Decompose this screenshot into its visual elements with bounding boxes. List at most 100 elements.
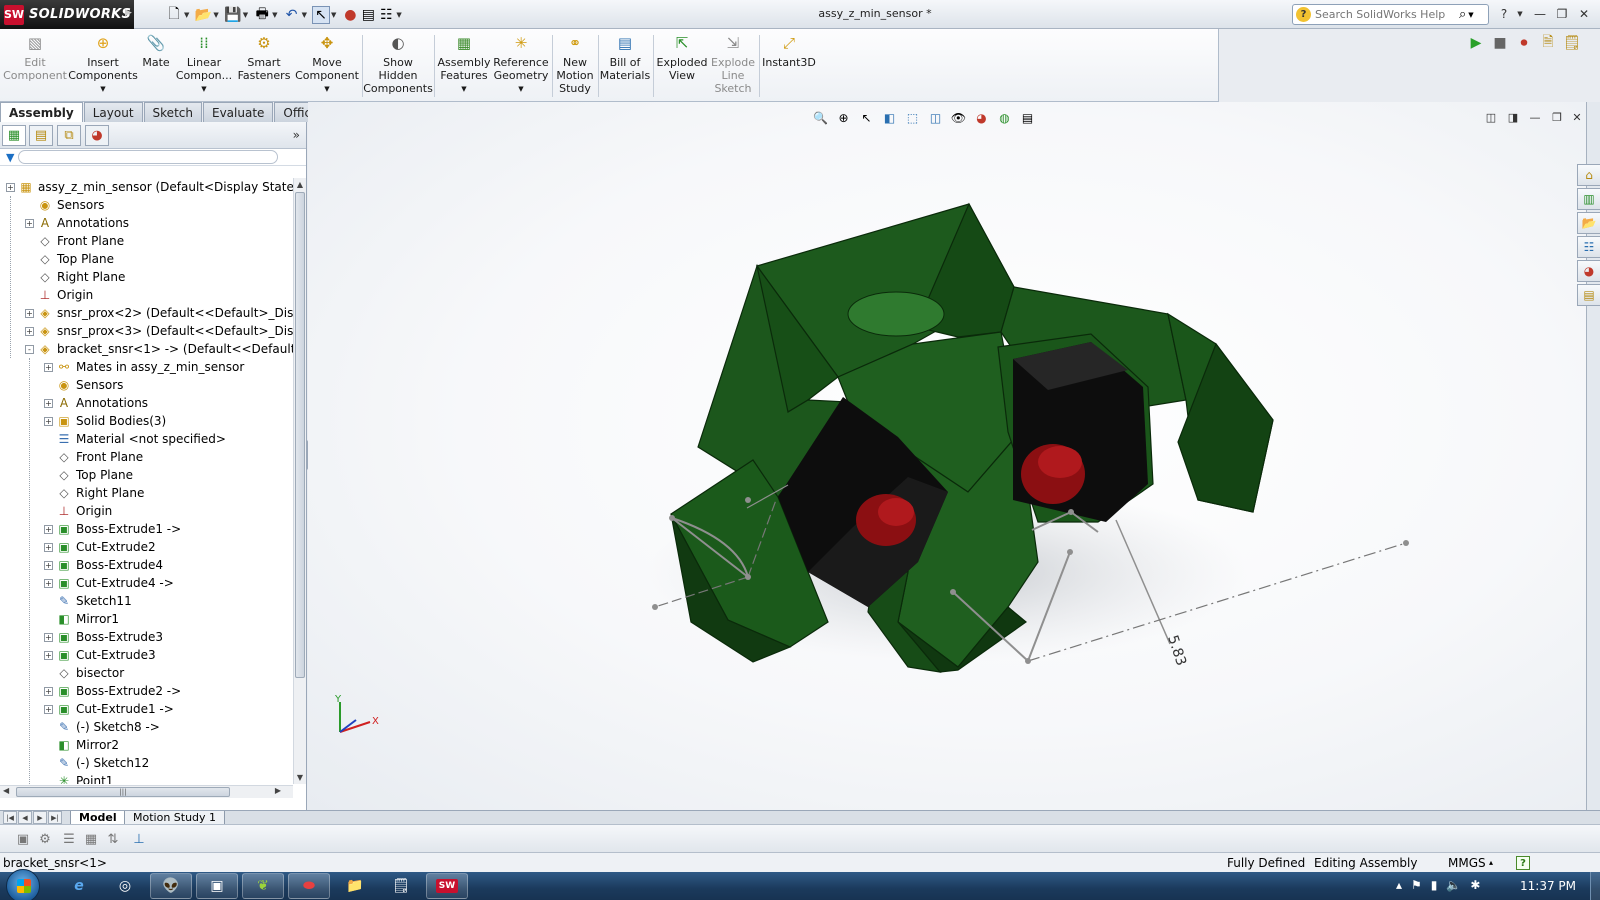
options-dropdown-icon[interactable]: ▼	[396, 11, 401, 19]
collapse-icon[interactable]: -	[25, 344, 34, 354]
expand-icon[interactable]: +	[44, 704, 53, 714]
expand-icon[interactable]: +	[44, 650, 53, 660]
show-hidden-components-button[interactable]: ◐ Show Hidden Components	[363, 33, 433, 95]
tree-node[interactable]: -◈ bracket_snsr<1> -> (Default<<Default>_…	[25, 340, 293, 358]
tree-node[interactable]: ◧ Mirror1	[44, 610, 119, 628]
expand-icon[interactable]: +	[44, 542, 53, 552]
new-document-icon[interactable]: 🗋	[165, 6, 183, 24]
move-component-dropdown-icon[interactable]: ▼	[324, 83, 329, 96]
filter-animated-icon[interactable]: ⚙	[36, 830, 54, 848]
tree-node[interactable]: + ◈ snsr_prox<2> (Default<<Default>_Displa…	[25, 304, 293, 322]
record-macro-icon[interactable]: ⏺	[1514, 33, 1534, 53]
save-icon[interactable]: 💾	[224, 6, 242, 24]
help-dropdown-icon[interactable]: ▼	[1510, 5, 1530, 23]
explode-line-sketch-button[interactable]: ⇲ Explode Line Sketch	[710, 33, 756, 95]
tree-node[interactable]: ◉ Sensors	[25, 196, 105, 214]
timeline-icon[interactable]: ⊥	[130, 830, 148, 848]
tree-node[interactable]: + ▣ Boss-Extrude1 ->	[44, 520, 181, 538]
tree-node[interactable]: ◉ Sensors	[44, 376, 124, 394]
sort-icon[interactable]: ⇅	[104, 830, 122, 848]
next-tab-icon[interactable]: ▶	[33, 811, 47, 824]
tab-assembly[interactable]: Assembly	[0, 102, 83, 122]
tree-node[interactable]: ✎ (-) Sketch12	[44, 754, 149, 772]
first-tab-icon[interactable]: |◀	[3, 811, 17, 824]
new-motion-study-button[interactable]: ⚭ New Motion Study	[555, 33, 595, 95]
tree-node[interactable]: ◇ Top Plane	[44, 466, 133, 484]
tree-node[interactable]: ☰ Material <not specified>	[44, 430, 226, 448]
expand-icon[interactable]: +	[44, 398, 53, 408]
scroll-left-icon[interactable]: ◀	[3, 786, 9, 795]
tree-node[interactable]: + ▣ Solid Bodies(3)	[44, 412, 166, 430]
stop-macro-icon[interactable]: ■	[1490, 33, 1510, 53]
tree-node[interactable]: + ▣ Cut-Extrude4 ->	[44, 574, 174, 592]
tab-evaluate[interactable]: Evaluate	[202, 102, 274, 122]
expand-panel-icon[interactable]: »	[293, 128, 300, 142]
leaf-app-icon[interactable]: ❦	[242, 873, 284, 899]
viewport-restore-icon[interactable]: ❐	[1548, 109, 1566, 125]
units-selector[interactable]: MMGS	[1448, 856, 1486, 870]
tree-node[interactable]: + ▣ Cut-Extrude1 ->	[44, 700, 174, 718]
scroll-right-icon[interactable]: ▶	[275, 786, 281, 795]
move-component-button[interactable]: ✥ Move Component ▼	[295, 33, 359, 96]
rebuild-traffic-light-icon[interactable]: ●	[341, 6, 359, 24]
reference-geometry-dropdown-icon[interactable]: ▼	[518, 83, 523, 96]
units-arrow-icon[interactable]: ▴	[1489, 858, 1493, 867]
search-dropdown-icon[interactable]: ▼	[1468, 11, 1473, 19]
solidworks-menu-button[interactable]: SW SOLIDWORKS	[0, 0, 134, 29]
notepad-icon[interactable]: 🗒	[380, 873, 422, 899]
tree-node[interactable]: ⊥ Origin	[44, 502, 113, 520]
expand-icon[interactable]: +	[44, 686, 53, 696]
apply-scene-icon[interactable]: ◍	[995, 108, 1014, 127]
graphics-area[interactable]: 5.83 Y X 🔍 ⊕ ↖ ◧ ⬚ ◫ 👁 ◕ ◍ ▤ ◫ ◨ — ❐ ✕	[308, 102, 1586, 810]
file-properties-icon[interactable]: ▤	[359, 6, 377, 24]
instant3d-button[interactable]: ⤢ Instant3D	[762, 33, 816, 69]
print-icon[interactable]: 🖶	[253, 6, 271, 24]
expand-icon[interactable]: +	[44, 578, 53, 588]
expand-icon[interactable]: +	[25, 308, 34, 318]
design-library-icon[interactable]: ▥	[1577, 188, 1600, 210]
prev-tab-icon[interactable]: ◀	[18, 811, 32, 824]
feature-manager-tab-icon[interactable]: ▦	[2, 125, 26, 146]
bluetooth-icon[interactable]: ✱	[1470, 878, 1480, 892]
expand-icon[interactable]: +	[44, 560, 53, 570]
expand-icon[interactable]: +	[44, 362, 53, 372]
custom-properties-icon[interactable]: ▤	[1577, 284, 1600, 306]
viewport-close-icon[interactable]: ✕	[1568, 109, 1586, 125]
help-search-input[interactable]	[1315, 8, 1455, 21]
open-dropdown-icon[interactable]: ▼	[213, 11, 218, 19]
zoom-to-area-icon[interactable]: ⊕	[834, 108, 853, 127]
insert-components-dropdown-icon[interactable]: ▼	[100, 83, 105, 96]
solidworks-taskbar-icon[interactable]: SW	[426, 873, 468, 899]
start-button[interactable]	[6, 869, 40, 900]
alien-app-icon[interactable]: 👽	[150, 873, 192, 899]
previous-view-icon[interactable]: ↖	[857, 108, 876, 127]
expand-icon[interactable]: +	[25, 326, 34, 336]
edit-component-button[interactable]: ▧ Edit Component	[3, 33, 67, 82]
assembly-features-button[interactable]: ▦ Assembly Features ▼	[437, 33, 490, 96]
tree-node[interactable]: ✎ Sketch11	[44, 592, 132, 610]
expand-icon[interactable]: +	[6, 182, 15, 192]
undo-dropdown-icon[interactable]: ▼	[302, 11, 307, 19]
tree-node[interactable]: ◇ Front Plane	[25, 232, 124, 250]
options-icon[interactable]: ☷	[377, 6, 395, 24]
file-explorer-icon[interactable]: 📂	[1577, 212, 1600, 234]
play-macro-icon[interactable]: ▶	[1466, 33, 1486, 53]
scroll-thumb[interactable]	[295, 192, 305, 678]
collapse-tree-icon[interactable]: ▣	[14, 830, 32, 848]
print-dropdown-icon[interactable]: ▼	[272, 11, 277, 19]
appearances-icon[interactable]: ◕	[1577, 260, 1600, 282]
scroll-down-icon[interactable]: ▼	[294, 771, 306, 784]
solidworks-resources-icon[interactable]: ⌂	[1577, 164, 1600, 186]
grid-view-icon[interactable]: ▦	[82, 830, 100, 848]
search-icon[interactable]: ⌕	[1459, 7, 1466, 22]
edit-macro-icon[interactable]: 🗒	[1562, 33, 1582, 53]
tree-node[interactable]: + A Annotations	[25, 214, 129, 232]
scroll-thumb-horizontal[interactable]: |||	[16, 787, 230, 797]
action-center-icon[interactable]: ⚑	[1411, 878, 1422, 892]
select-dropdown-icon[interactable]: ▼	[331, 11, 336, 19]
tree-node[interactable]: ✎ (-) Sketch8 ->	[44, 718, 160, 736]
assembly-features-dropdown-icon[interactable]: ▼	[461, 83, 466, 96]
tree-node[interactable]: + ▣ Boss-Extrude4	[44, 556, 163, 574]
tree-node[interactable]: ◇ bisector	[44, 664, 124, 682]
new-macro-icon[interactable]: 🗎	[1538, 33, 1558, 53]
